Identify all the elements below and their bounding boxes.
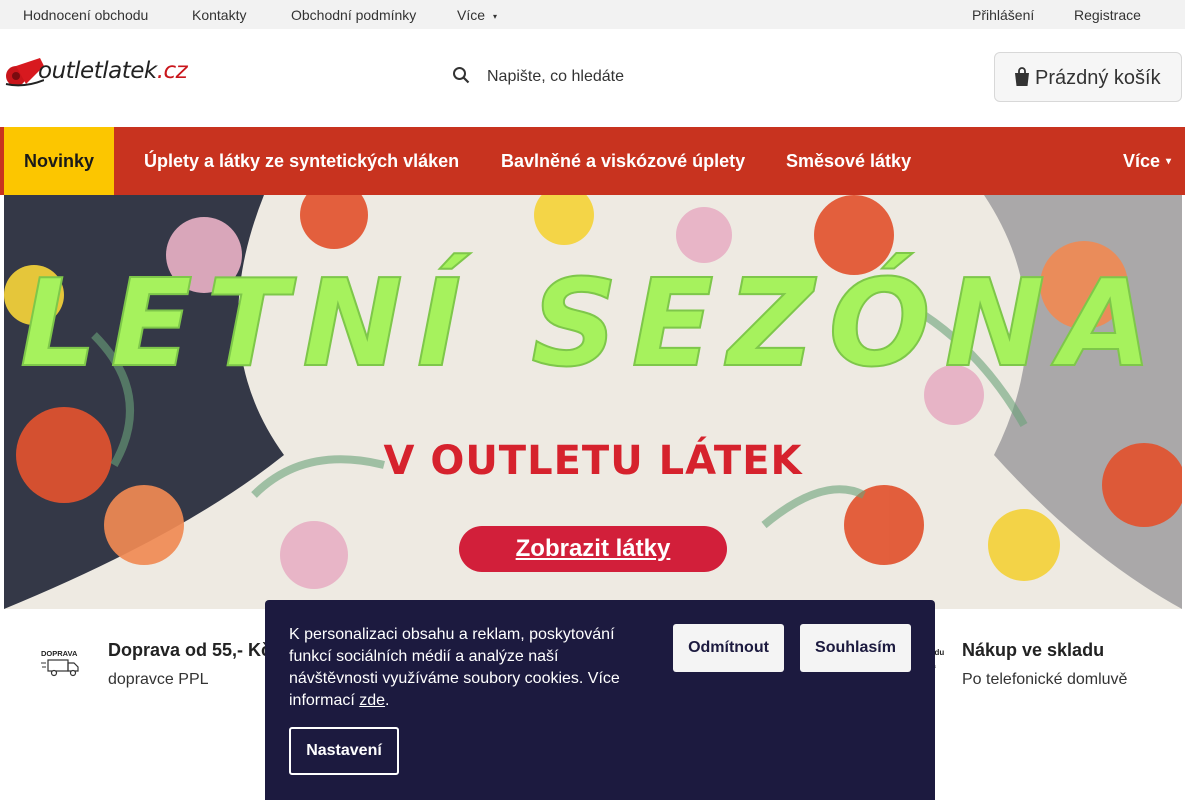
cookie-dialog: K personalizaci obsahu a reklam, poskyto… (265, 600, 935, 800)
delivery-truck-icon: DOPRAVA (41, 649, 79, 677)
nav-item-cotton[interactable]: Bavlněné a viskózové úplety (501, 127, 745, 195)
settings-button[interactable]: Nastavení (289, 727, 399, 775)
main-nav: Novinky Úplety a látky ze syntetických v… (0, 127, 1185, 195)
cart-icon (1015, 67, 1029, 86)
chevron-down-icon: ▾ (493, 11, 498, 21)
topbar-more[interactable]: Více ▾ (457, 7, 497, 23)
logo-text-main: outletlatek (38, 58, 157, 84)
show-fabrics-button[interactable]: Zobrazit látky (459, 526, 727, 572)
nav-item-more[interactable]: Více ▾ (1123, 127, 1171, 195)
nav-item-novinky[interactable]: Novinky (4, 127, 115, 195)
delivery-icon-label: DOPRAVA (41, 649, 78, 658)
search-icon (453, 67, 470, 84)
hero-banner[interactable]: LETNÍ SEZÓNA V OUTLETU LÁTEK Zobrazit lá… (4, 195, 1182, 609)
banner-subline: V OUTLETU LÁTEK (383, 438, 803, 484)
benefit-delivery-desc: dopravce PPL (108, 671, 209, 688)
benefit-warehouse: Nákup ve skladu Po telefonické domluvě (962, 640, 1127, 689)
site-logo[interactable]: outletlatek.cz (4, 52, 216, 92)
top-bar: Hodnocení obchodu Kontakty Obchodní podm… (0, 0, 1185, 29)
cart-label: Prázdný košík (1035, 67, 1161, 89)
logo-text-tld: .cz (156, 58, 188, 84)
benefit-warehouse-desc: Po telefonické domluvě (962, 671, 1128, 688)
search-box[interactable]: Napište, co hledáte (452, 60, 752, 94)
logo-text: outletlatek.cz (38, 58, 188, 84)
chevron-down-icon: ▾ (1166, 156, 1172, 168)
cookie-text: K personalizaci obsahu a reklam, poskyto… (289, 624, 649, 712)
benefit-warehouse-title: Nákup ve skladu (962, 640, 1105, 660)
benefit-delivery-title: Doprava od 55,- Kč (108, 640, 272, 660)
login-link[interactable]: Přihlášení (972, 7, 1034, 23)
banner-headline: LETNÍ SEZÓNA (19, 254, 1166, 395)
search-input[interactable]: Napište, co hledáte (487, 68, 624, 86)
accept-button[interactable]: Souhlasím (800, 624, 911, 672)
nav-item-mixed[interactable]: Směsové látky (786, 127, 911, 195)
register-link[interactable]: Registrace (1074, 7, 1141, 23)
topbar-link-terms[interactable]: Obchodní podmínky (291, 7, 416, 23)
topbar-link-reviews[interactable]: Hodnocení obchodu (23, 7, 148, 23)
cookie-text-end: . (385, 692, 390, 709)
topbar-more-label: Více (457, 7, 486, 23)
cookie-text-main: K personalizaci obsahu a reklam, poskyto… (289, 626, 620, 709)
decline-button[interactable]: Odmítnout (673, 624, 784, 672)
nav-item-synthetic[interactable]: Úplety a látky ze syntetických vláken (144, 127, 459, 195)
cookie-more-info-link[interactable]: zde (359, 692, 385, 709)
benefit-delivery: Doprava od 55,- Kč dopravce PPL (108, 640, 271, 689)
topbar-link-contacts[interactable]: Kontakty (192, 7, 246, 23)
nav-more-label: Více (1123, 151, 1161, 171)
cart-button[interactable]: Prázdný košík (994, 52, 1182, 102)
